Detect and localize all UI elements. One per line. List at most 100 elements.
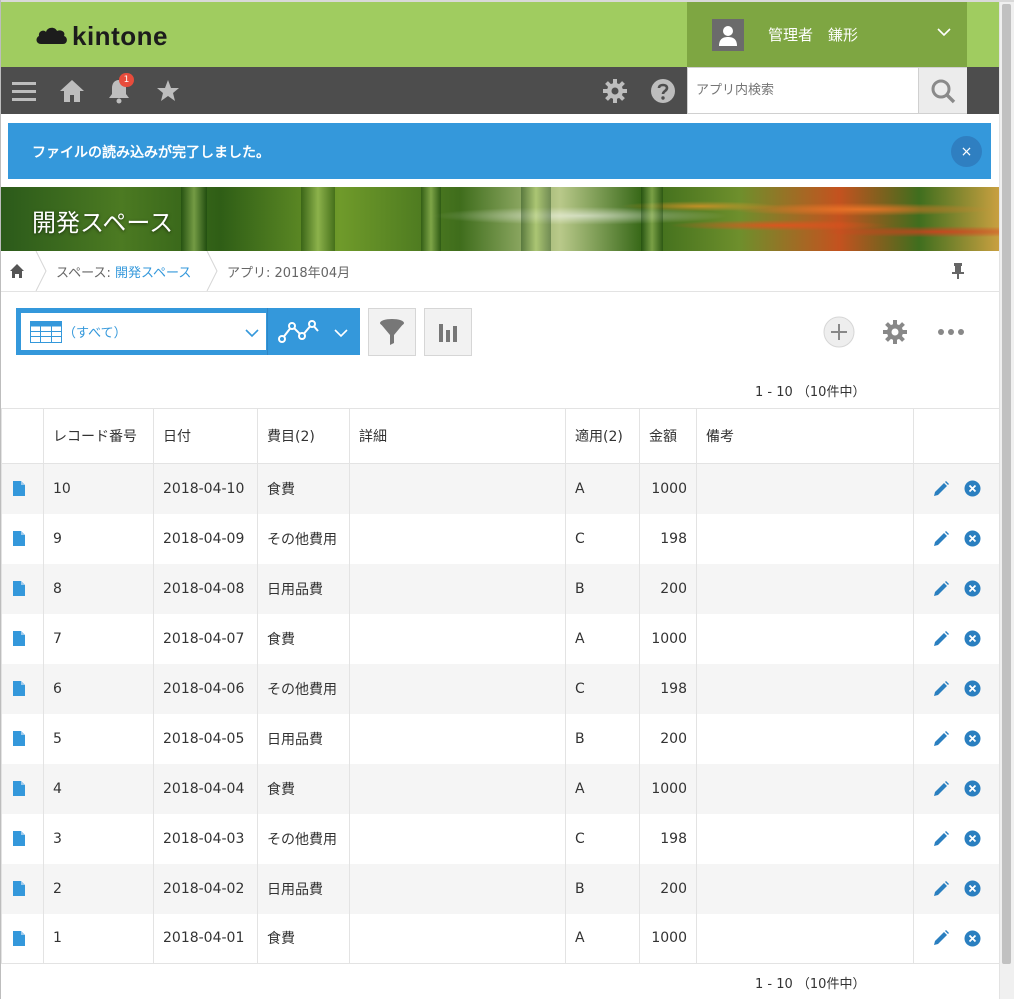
column-header[interactable]: 金額 xyxy=(639,408,697,464)
table-row[interactable]: 1 2018-04-01 食費 A 1000 xyxy=(1,913,1000,964)
document-icon[interactable] xyxy=(12,880,26,897)
cell-id: 2 xyxy=(43,863,154,914)
add-record-button[interactable] xyxy=(823,316,855,348)
filter-button[interactable] xyxy=(368,308,416,356)
column-header[interactable]: 詳細 xyxy=(349,408,566,464)
cell-amount: 198 xyxy=(639,513,697,564)
home-icon[interactable] xyxy=(58,77,86,105)
document-icon[interactable] xyxy=(12,930,26,947)
pencil-icon[interactable] xyxy=(932,580,950,598)
delete-icon[interactable] xyxy=(964,930,981,947)
record-detail-cell xyxy=(1,713,44,764)
cell-id: 4 xyxy=(43,763,154,814)
delete-icon[interactable] xyxy=(964,730,981,747)
delete-icon[interactable] xyxy=(964,480,981,497)
breadcrumb-app[interactable]: アプリ: 2018年04月 xyxy=(227,262,350,281)
pencil-icon[interactable] xyxy=(932,630,950,648)
record-detail-cell xyxy=(1,663,44,714)
chart-button[interactable] xyxy=(424,308,472,356)
user-menu[interactable]: 管理者 鎌形 xyxy=(687,2,967,67)
pencil-icon[interactable] xyxy=(932,780,950,798)
kintone-logo[interactable]: kintone xyxy=(35,20,168,52)
cell-category: その他費用 xyxy=(257,513,350,564)
cell-detail xyxy=(349,913,566,964)
breadcrumb-space-prefix: スペース: xyxy=(56,266,115,281)
more-options-button[interactable] xyxy=(935,316,967,348)
table-row[interactable]: 5 2018-04-05 日用品費 B 200 xyxy=(1,713,1000,764)
space-title[interactable]: 開発スペース xyxy=(32,203,173,238)
cell-id: 7 xyxy=(43,613,154,664)
table-row[interactable]: 3 2018-04-03 その他費用 C 198 xyxy=(1,813,1000,864)
delete-icon[interactable] xyxy=(964,830,981,847)
close-icon[interactable]: × xyxy=(951,136,982,167)
pencil-icon[interactable] xyxy=(932,530,950,548)
cell-note xyxy=(696,763,914,814)
app-search-input[interactable] xyxy=(687,67,919,114)
table-row[interactable]: 6 2018-04-06 その他費用 C 198 xyxy=(1,663,1000,714)
cell-date: 2018-04-05 xyxy=(153,713,258,764)
cell-amount: 1000 xyxy=(639,463,697,514)
cell-apply: C xyxy=(565,813,640,864)
column-header[interactable]: レコード番号 xyxy=(43,408,154,464)
pencil-icon[interactable] xyxy=(932,730,950,748)
pencil-icon[interactable] xyxy=(932,880,950,898)
table-row[interactable]: 8 2018-04-08 日用品費 B 200 xyxy=(1,563,1000,614)
document-icon[interactable] xyxy=(12,530,26,547)
cell-note xyxy=(696,663,914,714)
record-detail-cell xyxy=(1,513,44,564)
star-icon[interactable] xyxy=(154,77,182,105)
view-select-field[interactable]: （すべて） xyxy=(21,313,266,350)
scrollbar-thumb[interactable] xyxy=(1002,4,1011,964)
pencil-icon[interactable] xyxy=(932,830,950,848)
delete-icon[interactable] xyxy=(964,530,981,547)
help-icon[interactable] xyxy=(649,77,677,105)
column-header[interactable]: 費目(2) xyxy=(257,408,350,464)
cell-detail xyxy=(349,713,566,764)
breadcrumb-space-link[interactable]: 開発スペース xyxy=(115,266,191,281)
document-icon[interactable] xyxy=(12,730,26,747)
pencil-icon[interactable] xyxy=(932,929,950,947)
record-detail-cell xyxy=(1,763,44,814)
search-button[interactable] xyxy=(919,67,967,114)
column-header-icon xyxy=(1,408,44,464)
delete-icon[interactable] xyxy=(964,680,981,697)
column-header[interactable]: 適用(2) xyxy=(565,408,640,464)
pin-icon[interactable] xyxy=(951,262,965,280)
breadcrumb-separator xyxy=(206,251,218,291)
delete-icon[interactable] xyxy=(964,880,981,897)
table-row[interactable]: 10 2018-04-10 食費 A 1000 xyxy=(1,463,1000,514)
banner-decoration xyxy=(521,187,551,251)
delete-icon[interactable] xyxy=(964,580,981,597)
cell-date: 2018-04-07 xyxy=(153,613,258,664)
document-icon[interactable] xyxy=(12,680,26,697)
pencil-icon[interactable] xyxy=(932,480,950,498)
document-icon[interactable] xyxy=(12,630,26,647)
chevron-down-icon[interactable] xyxy=(937,27,951,37)
gear-icon[interactable] xyxy=(601,77,629,105)
column-header[interactable]: 備考 xyxy=(696,408,914,464)
table-row[interactable]: 9 2018-04-09 その他費用 C 198 xyxy=(1,513,1000,564)
breadcrumb-space[interactable]: スペース: 開発スペース xyxy=(56,262,191,281)
column-header[interactable]: 日付 xyxy=(153,408,258,464)
graph-selector-button[interactable] xyxy=(267,308,360,355)
pencil-icon[interactable] xyxy=(932,680,950,698)
document-icon[interactable] xyxy=(12,830,26,847)
notification-bar: ファイルの読み込みが完了しました。 × xyxy=(8,123,991,179)
home-icon[interactable] xyxy=(9,263,25,279)
hamburger-icon[interactable] xyxy=(10,77,38,105)
cell-category: 日用品費 xyxy=(257,713,350,764)
document-icon[interactable] xyxy=(12,480,26,497)
document-icon[interactable] xyxy=(12,580,26,597)
delete-icon[interactable] xyxy=(964,780,981,797)
delete-icon[interactable] xyxy=(964,630,981,647)
cell-date: 2018-04-06 xyxy=(153,663,258,714)
search-icon xyxy=(931,79,956,103)
table-row[interactable]: 2 2018-04-02 日用品費 B 200 xyxy=(1,863,1000,914)
table-row[interactable]: 4 2018-04-04 食費 A 1000 xyxy=(1,763,1000,814)
view-selector[interactable]: （すべて） xyxy=(16,308,267,355)
table-row[interactable]: 7 2018-04-07 食費 A 1000 xyxy=(1,613,1000,664)
cell-amount: 198 xyxy=(639,813,697,864)
document-icon[interactable] xyxy=(12,780,26,797)
plus-icon xyxy=(823,316,855,348)
app-settings-button[interactable] xyxy=(879,316,911,348)
